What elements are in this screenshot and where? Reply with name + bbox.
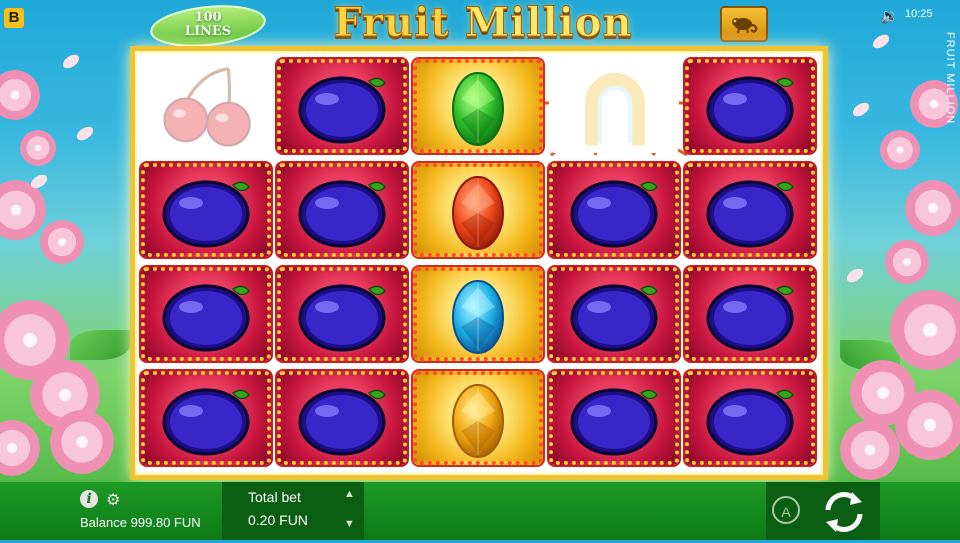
reel-cell bbox=[413, 59, 543, 153]
blossom-decoration bbox=[20, 130, 56, 166]
autoplay-button[interactable]: A bbox=[772, 496, 800, 524]
reel-cell bbox=[277, 371, 407, 465]
sapphire-symbol bbox=[452, 280, 504, 354]
plum-symbol bbox=[570, 180, 658, 248]
info-icon[interactable]: i bbox=[80, 490, 98, 508]
petal-decoration bbox=[870, 32, 892, 51]
blossom-decoration bbox=[840, 420, 900, 480]
gear-icon[interactable]: ⚙ bbox=[106, 490, 120, 510]
blossom-decoration bbox=[895, 390, 960, 460]
bet-decrease-button[interactable]: ▼ bbox=[344, 518, 355, 530]
blossom-decoration bbox=[0, 420, 40, 476]
plum-symbol bbox=[570, 284, 658, 352]
plum-symbol bbox=[706, 284, 794, 352]
petal-decoration bbox=[60, 52, 82, 71]
plum-symbol bbox=[298, 180, 386, 248]
plum-symbol bbox=[298, 388, 386, 456]
blossom-decoration bbox=[40, 220, 84, 264]
reels-area bbox=[130, 46, 828, 480]
reel-cell bbox=[413, 267, 543, 361]
reel-cell bbox=[549, 371, 679, 465]
reel-cell bbox=[277, 59, 407, 153]
reel-cell bbox=[141, 59, 271, 153]
reel-cell bbox=[141, 267, 271, 361]
reel-cell bbox=[549, 163, 679, 257]
chameleon-icon bbox=[732, 18, 758, 34]
side-game-title: FRUIT MILLION bbox=[944, 32, 956, 125]
petal-decoration bbox=[28, 172, 50, 191]
reel-cell bbox=[277, 267, 407, 361]
petal-decoration bbox=[74, 124, 96, 143]
emerald-symbol bbox=[452, 72, 504, 146]
plum-symbol bbox=[298, 284, 386, 352]
clock: 10:25 bbox=[905, 8, 933, 20]
petal-decoration bbox=[844, 266, 866, 285]
plum-symbol bbox=[706, 388, 794, 456]
cherries-symbol bbox=[163, 67, 251, 147]
balance-label: Balance bbox=[80, 515, 127, 530]
reel-cell bbox=[685, 59, 815, 153]
reel-cell bbox=[413, 163, 543, 257]
blossom-decoration bbox=[880, 130, 920, 170]
total-bet-value: 0.20 FUN bbox=[248, 512, 308, 528]
plum-symbol bbox=[162, 388, 250, 456]
reel-cell bbox=[141, 371, 271, 465]
plum-symbol bbox=[706, 180, 794, 248]
reel-cell bbox=[685, 371, 815, 465]
balance-display: Balance 999.80 FUN bbox=[80, 515, 201, 530]
horseshoe-symbol bbox=[585, 73, 645, 146]
speaker-icon[interactable]: 🔉 bbox=[880, 7, 899, 25]
reel-cell bbox=[277, 163, 407, 257]
spin-arrows-icon bbox=[825, 492, 863, 532]
game-title: Fruit Million bbox=[296, 0, 670, 48]
blossom-decoration bbox=[50, 410, 114, 474]
plum-symbol bbox=[162, 284, 250, 352]
blossom-decoration bbox=[0, 180, 46, 240]
blossom-decoration bbox=[885, 240, 929, 284]
plum-symbol bbox=[298, 76, 386, 144]
menu-button[interactable] bbox=[720, 6, 768, 42]
total-bet-label: Total bet bbox=[248, 489, 301, 505]
plum-symbol bbox=[706, 76, 794, 144]
title-word-million: Million bbox=[464, 0, 633, 47]
reel-cell bbox=[141, 163, 271, 257]
topaz-symbol bbox=[452, 384, 504, 458]
title-word-fruit: Fruit bbox=[333, 0, 450, 47]
control-bar: i ⚙ Balance 999.80 FUN Total bet 0.20 FU… bbox=[0, 482, 960, 540]
lines-count: 100 bbox=[194, 10, 222, 25]
total-bet-panel: Total bet 0.20 FUN ▲ ▼ bbox=[222, 482, 364, 540]
reel-cell bbox=[549, 59, 679, 153]
plum-symbol bbox=[570, 388, 658, 456]
blossom-decoration bbox=[905, 180, 960, 236]
reel-cell bbox=[685, 267, 815, 361]
ruby-symbol bbox=[452, 176, 504, 250]
spin-controls: A bbox=[766, 482, 880, 540]
lines-label: LINES bbox=[184, 24, 232, 39]
reel-cell bbox=[549, 267, 679, 361]
balance-value: 999.80 FUN bbox=[130, 515, 201, 530]
petal-decoration bbox=[850, 100, 872, 119]
plum-symbol bbox=[162, 180, 250, 248]
blossom-decoration bbox=[890, 290, 960, 370]
lines-badge: 100 LINES bbox=[148, 2, 268, 50]
reel-cell bbox=[685, 163, 815, 257]
bet-increase-button[interactable]: ▲ bbox=[344, 488, 355, 500]
reel-cell bbox=[413, 371, 543, 465]
spin-button[interactable] bbox=[818, 486, 870, 538]
blossom-decoration bbox=[0, 70, 40, 120]
leaf-decoration bbox=[70, 330, 130, 360]
brand-logo: B bbox=[4, 8, 24, 28]
